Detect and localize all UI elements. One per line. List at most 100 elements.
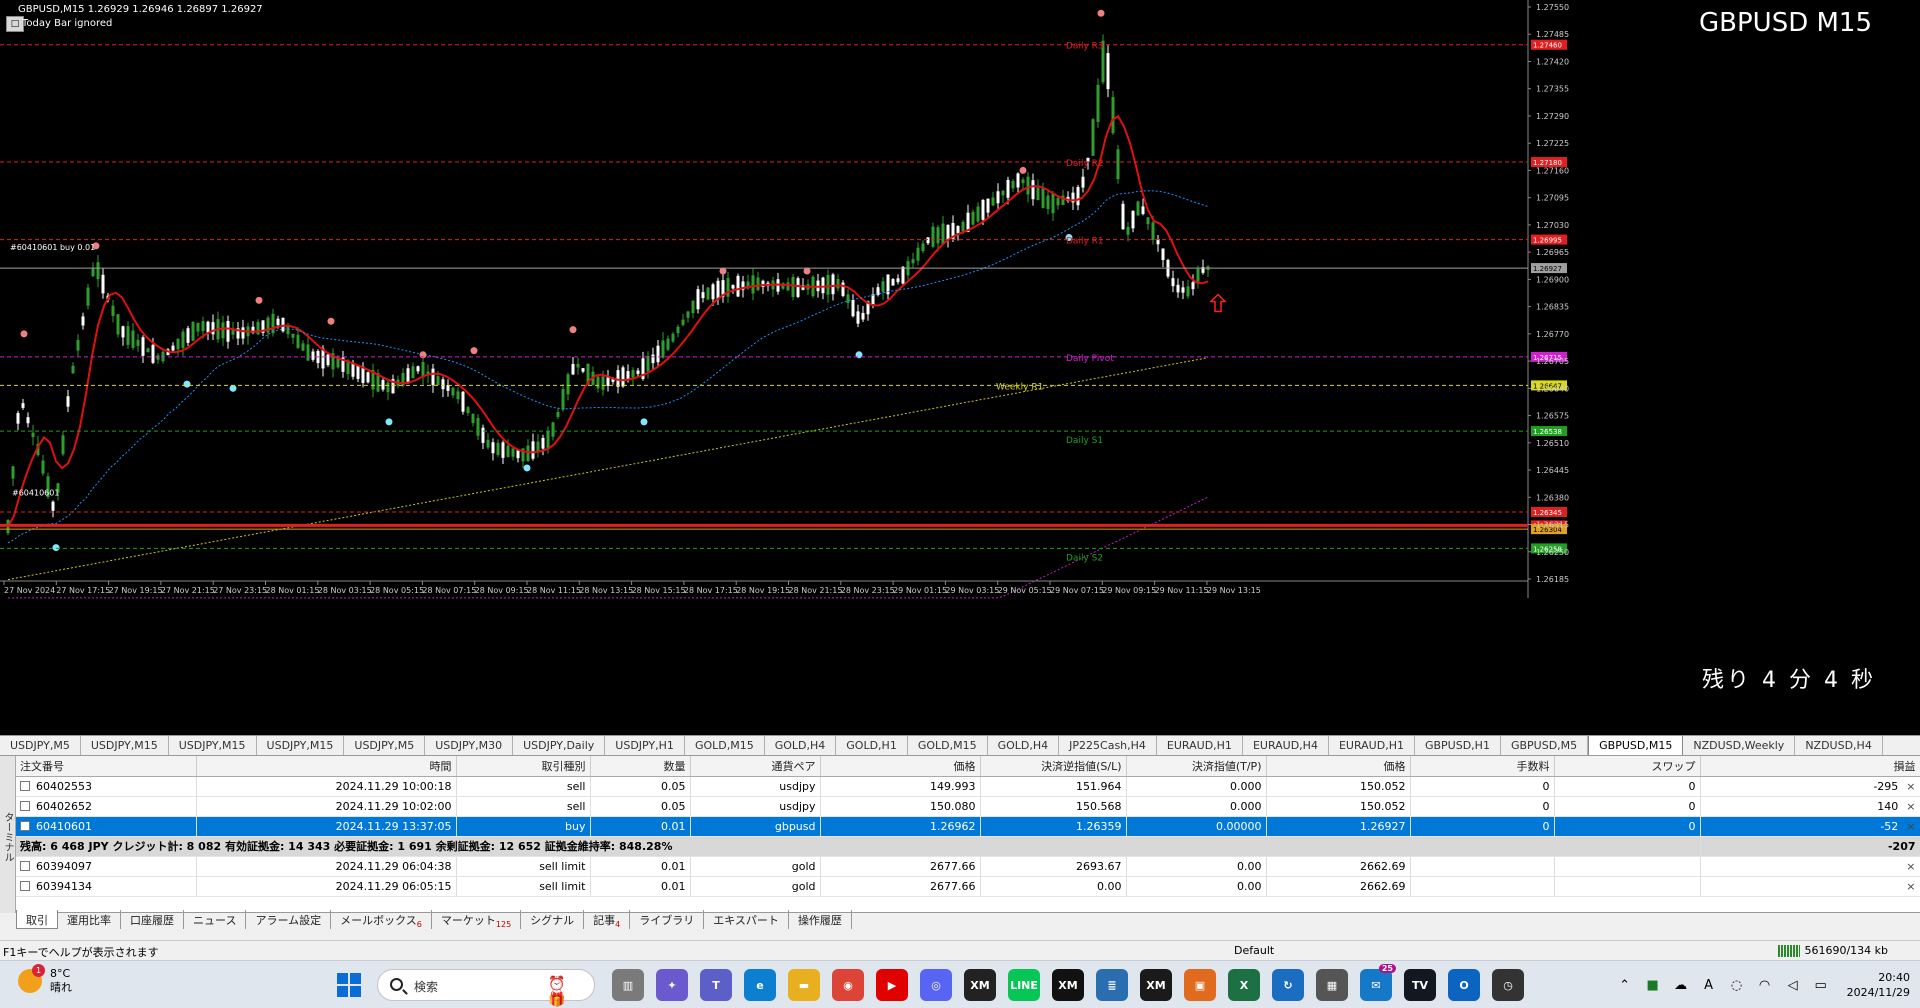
column-header[interactable]: 手数料 [1410,756,1555,777]
column-header[interactable]: 決済逆指値(S/L) [980,756,1127,777]
chart-tab[interactable]: NZDUSD,H4 [1795,736,1883,755]
ime-indicator[interactable]: A [1699,978,1719,993]
chart-canvas[interactable]: Daily R3 1.27460Daily R2 1.27180Daily R1 1.… [0,0,1920,735]
cloud-icon[interactable]: ☁ [1671,978,1691,993]
close-icon[interactable]: × [1906,820,1915,833]
price-axis-label: 1.27550 [1536,3,1569,12]
chart-tab[interactable]: EURAUD,H1 [1329,736,1415,755]
chart-title: GBPUSD M15 [1699,8,1872,38]
clock-icon[interactable]: ◷ [1492,969,1524,1001]
column-header[interactable]: 価格 [1266,756,1411,777]
chart-tab[interactable]: USDJPY,M15 [169,736,257,755]
chart-tab[interactable]: EURAUD,H4 [1243,736,1329,755]
column-header[interactable]: 損益 [1700,756,1920,777]
excel-icon[interactable]: X [1228,969,1260,1001]
close-icon[interactable]: × [1906,880,1915,893]
tradingview-icon[interactable]: TV [1404,969,1436,1001]
close-icon[interactable]: × [1906,780,1915,793]
terminal-tab[interactable]: 取引 [16,910,58,929]
terminal-tab[interactable]: ライブラリ [630,910,705,929]
taskbar-clock[interactable]: 20:40 2024/11/29 [1847,970,1910,1000]
discord-icon[interactable]: ◎ [920,969,952,1001]
notepad-icon[interactable]: ≣ [1096,969,1128,1001]
trade-row[interactable]: 60402652 2024.11.29 10:02:00 sell 0.05 usdjp… [16,796,1920,817]
chart-tab[interactable]: GBPUSD,M15 [1588,736,1684,755]
candle-body [941,223,945,245]
close-icon[interactable]: × [1906,800,1915,813]
price-chart[interactable]: Daily R3 1.27460 Daily R2 1.27180 Daily R1 1.… [0,0,1920,735]
trade-cell: 1.26927 [1360,819,1406,833]
close-icon[interactable]: × [1906,860,1915,873]
column-header[interactable]: 価格 [820,756,981,777]
xm2-icon[interactable]: XM [1052,969,1084,1001]
wifi-icon[interactable]: ◠ [1755,978,1775,993]
terminal-tab[interactable]: エキスパート [704,910,789,929]
column-header[interactable]: 注文番号 [16,756,197,777]
chart-tab[interactable]: USDJPY,M5 [344,736,426,755]
youtube-icon[interactable]: ▶ [876,969,908,1001]
chart-tab[interactable]: USDJPY,H1 [605,736,685,755]
calculator-icon[interactable]: ▦ [1316,969,1348,1001]
chart-tab[interactable]: NZDUSD,Weekly [1683,736,1796,755]
chrome-icon[interactable]: ◉ [832,969,864,1001]
xm3-icon[interactable]: XM [1140,969,1172,1001]
terminal-side-label[interactable]: ターミナル [0,756,16,913]
tray-app-icon[interactable]: ■ [1643,978,1663,993]
chart-tab[interactable]: GOLD,M15 [685,736,765,755]
teams-icon[interactable]: T [700,969,732,1001]
folder-icon[interactable]: ▬ [788,969,820,1001]
chart-tab[interactable]: GOLD,M15 [908,736,988,755]
column-header[interactable]: 決済指値(T/P) [1126,756,1267,777]
chart-tab[interactable]: USDJPY,M5 [0,736,81,755]
terminal-tab[interactable]: 操作履歴 [789,910,852,929]
chart-tab[interactable]: GBPUSD,H1 [1415,736,1501,755]
column-header[interactable]: 時間 [196,756,457,777]
chart-tab[interactable]: USDJPY,Daily [513,736,606,755]
terminal-tab[interactable]: 運用比率 [58,910,121,929]
candle-body [211,322,215,335]
store-icon[interactable]: ▣ [1184,969,1216,1001]
terminal-tab[interactable]: 口座履歴 [121,910,184,929]
terminal-tab[interactable]: マーケット125 [432,910,522,929]
chart-tab[interactable]: USDJPY,M15 [81,736,169,755]
candle-body [86,287,90,306]
column-header[interactable]: 通貨ペア [690,756,821,777]
trade-row[interactable]: 60402553 2024.11.29 10:00:18 sell 0.05 usdjp… [16,776,1920,797]
chart-tab[interactable]: GBPUSD,M5 [1501,736,1589,755]
column-header[interactable]: スワップ [1554,756,1701,777]
terminal-tab[interactable]: ニュース [184,910,247,929]
trade-row[interactable]: 60394134 2024.11.29 06:05:15 sell limit 0.0… [16,876,1920,897]
terminal-tab[interactable]: シグナル [521,910,585,929]
column-header[interactable]: 取引種別 [456,756,591,777]
copilot-tray-icon[interactable]: ◌ [1727,978,1747,993]
sync-icon[interactable]: ↻ [1272,969,1304,1001]
trade-row[interactable]: 60410601 2024.11.29 13:37:05 buy 0.01 gbpusd… [16,816,1920,837]
chart-tab[interactable]: GOLD,H4 [988,736,1060,755]
chart-tab[interactable]: JP225Cash,H4 [1059,736,1157,755]
chart-tab[interactable]: EURAUD,H1 [1157,736,1243,755]
weather-widget[interactable]: 1 8°C 晴れ [18,964,72,995]
outlook-icon[interactable]: O [1448,969,1480,1001]
mail-icon[interactable]: ✉ 25 [1360,964,1396,1001]
trade-row[interactable]: 60394097 2024.11.29 06:04:38 sell limit 0.0… [16,856,1920,877]
line-icon[interactable]: LINE [1008,969,1040,1001]
chart-tab[interactable]: GOLD,H4 [765,736,837,755]
status-profile[interactable]: Default [1234,944,1274,957]
column-header[interactable]: 数量 [590,756,691,777]
battery-icon[interactable]: ▭ [1811,978,1831,993]
terminal-tab[interactable]: 記事4 [584,910,631,929]
terminal-tab[interactable]: メールボックス6 [331,910,432,929]
chart-tab[interactable]: GOLD,H1 [836,736,908,755]
xm-icon[interactable]: XM [964,969,996,1001]
windows-start-icon[interactable] [337,973,361,997]
edge-icon[interactable]: e [744,969,776,1001]
chart-tab[interactable]: USDJPY,M15 [257,736,345,755]
chart-tab[interactable]: USDJPY,M30 [425,736,514,755]
copilot-icon[interactable]: ✦ [656,969,688,1001]
terminal-tab[interactable]: アラーム設定 [246,910,332,929]
candle-body [556,412,560,417]
speaker-icon[interactable]: ◁ [1783,978,1803,993]
chevron-up-icon[interactable]: ⌃ [1615,978,1635,993]
taskbar-search[interactable]: 検索 ⏰🎁 [377,969,595,1008]
file-explorer-icon[interactable]: ▥ [612,969,644,1001]
